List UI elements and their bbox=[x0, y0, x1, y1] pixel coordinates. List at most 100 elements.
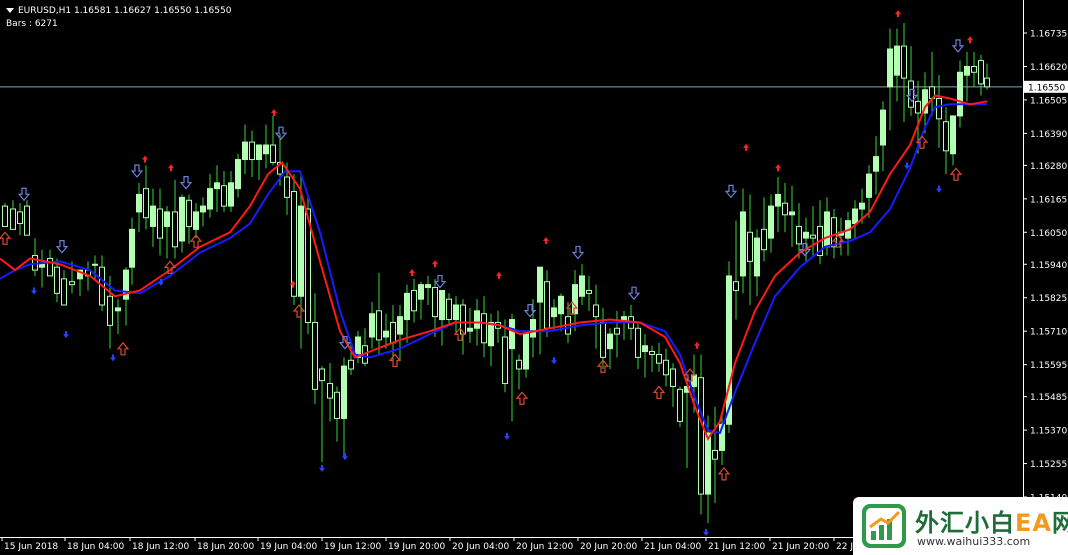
candle-body bbox=[880, 109, 886, 146]
red-signal-icon bbox=[967, 36, 973, 44]
candle-body bbox=[908, 80, 914, 108]
blue-signal-icon bbox=[319, 464, 325, 472]
chart-window[interactable]: 1.16735 1.16620 1.16550 1.16505 1.16390 1.162… bbox=[0, 0, 1068, 555]
blue-signal-icon bbox=[504, 432, 510, 440]
bars-count: Bars : 6271 bbox=[6, 19, 58, 29]
price-chart[interactable]: 1.16735 1.16620 1.16550 1.16505 1.16390 1.162… bbox=[0, 0, 1068, 555]
candle-body bbox=[789, 211, 795, 216]
time-tick-label: 21 Jun 20:00 bbox=[772, 542, 829, 552]
candle-body bbox=[481, 313, 487, 344]
blue-signal-icon bbox=[63, 331, 69, 339]
candle-body bbox=[418, 284, 424, 300]
sell-arrow-icon bbox=[571, 245, 585, 260]
symbol-line: EURUSD,H1 1.16581 1.16627 1.16550 1.1655… bbox=[18, 6, 232, 16]
candle-body bbox=[677, 388, 683, 422]
candle-body bbox=[376, 310, 382, 341]
red-moving-average bbox=[0, 94, 988, 441]
candle-body bbox=[446, 298, 452, 321]
candle-body bbox=[649, 351, 655, 355]
candle-body bbox=[607, 333, 613, 350]
blue-signal-icon bbox=[551, 357, 557, 365]
candle-body bbox=[334, 391, 340, 419]
candle-body bbox=[642, 345, 648, 353]
red-signal-icon bbox=[142, 155, 148, 163]
candle-body bbox=[411, 289, 417, 312]
candle-body bbox=[558, 295, 564, 315]
candle-body bbox=[61, 278, 67, 306]
price-tick-label: 1.15940 bbox=[1030, 261, 1067, 271]
candle-body bbox=[600, 321, 606, 358]
candle-body bbox=[579, 275, 585, 297]
candle-body bbox=[270, 144, 276, 163]
buy-arrow-icon bbox=[717, 466, 731, 481]
buy-arrow-icon bbox=[388, 353, 402, 368]
sell-arrow-icon bbox=[274, 126, 288, 141]
candle-body bbox=[796, 225, 802, 245]
sell-arrow-icon bbox=[130, 164, 144, 178]
candle-body bbox=[92, 263, 98, 266]
candle-body bbox=[824, 211, 830, 248]
candle-body bbox=[129, 228, 135, 268]
candle-body bbox=[383, 330, 389, 338]
time-tick-label: 18 Jun 04:00 bbox=[67, 542, 124, 552]
candle-body bbox=[502, 336, 508, 385]
candle-body bbox=[593, 304, 599, 318]
candle-body bbox=[186, 199, 192, 227]
red-signal-icon bbox=[409, 269, 415, 276]
time-tick-label: 20 Jun 04:00 bbox=[452, 542, 509, 552]
red-signal-icon bbox=[543, 237, 549, 244]
candle-body bbox=[348, 359, 354, 370]
time-tick-label: 19 Jun 04:00 bbox=[260, 542, 317, 552]
time-tick-label: 20 Jun 12:00 bbox=[516, 542, 573, 552]
candle-body bbox=[207, 188, 213, 210]
sell-arrow-icon bbox=[17, 187, 31, 202]
price-tick-label: 1.15485 bbox=[1030, 393, 1067, 403]
candle-body bbox=[214, 182, 220, 190]
candle-body bbox=[572, 284, 578, 315]
candle-body bbox=[705, 432, 711, 495]
price-tick-label: 1.15595 bbox=[1030, 361, 1067, 371]
candle-body bbox=[256, 144, 262, 161]
price-tick-label: 1.16620 bbox=[1030, 63, 1067, 73]
blue-signal-icon bbox=[342, 453, 348, 461]
red-signal-icon bbox=[694, 341, 700, 349]
buy-arrow-icon bbox=[292, 304, 306, 318]
buy-arrow-icon bbox=[515, 391, 529, 405]
candle-body bbox=[327, 383, 333, 399]
blue-signal-icon bbox=[110, 354, 116, 362]
candle-body bbox=[249, 141, 255, 161]
candle-body bbox=[866, 173, 872, 198]
candle-body bbox=[136, 193, 142, 213]
candle-body bbox=[157, 208, 163, 239]
candle-body bbox=[971, 65, 977, 73]
candle-body bbox=[179, 196, 185, 242]
candle-body bbox=[523, 333, 529, 370]
candle-body bbox=[200, 205, 206, 213]
time-tick-label: 21 Jun 12:00 bbox=[708, 542, 765, 552]
candle-body bbox=[369, 313, 375, 338]
red-signal-icon bbox=[271, 109, 277, 116]
blue-signal-icon bbox=[703, 528, 709, 536]
candle-body bbox=[859, 202, 865, 210]
candle-body bbox=[775, 193, 781, 207]
blue-signal-icon bbox=[936, 185, 942, 193]
candle-body bbox=[810, 234, 816, 239]
red-signal-icon bbox=[168, 164, 174, 172]
red-signal-icon bbox=[895, 10, 901, 18]
candle-body bbox=[984, 77, 990, 88]
candle-body bbox=[698, 377, 704, 495]
chart-logo-icon bbox=[862, 504, 906, 548]
collapse-triangle-icon[interactable] bbox=[6, 8, 14, 13]
candle-body bbox=[936, 97, 942, 120]
candle-body bbox=[663, 359, 669, 376]
candle-body bbox=[586, 289, 592, 294]
candle-body bbox=[537, 266, 543, 303]
candle-body bbox=[221, 185, 227, 207]
candle-body bbox=[656, 353, 662, 364]
time-tick-label: 20 Jun 20:00 bbox=[580, 542, 637, 552]
price-tick-label: 1.16505 bbox=[1030, 96, 1067, 106]
candle-body bbox=[509, 319, 515, 350]
candle-body bbox=[761, 228, 767, 251]
candle-body bbox=[474, 310, 480, 329]
candle-body bbox=[453, 304, 459, 321]
